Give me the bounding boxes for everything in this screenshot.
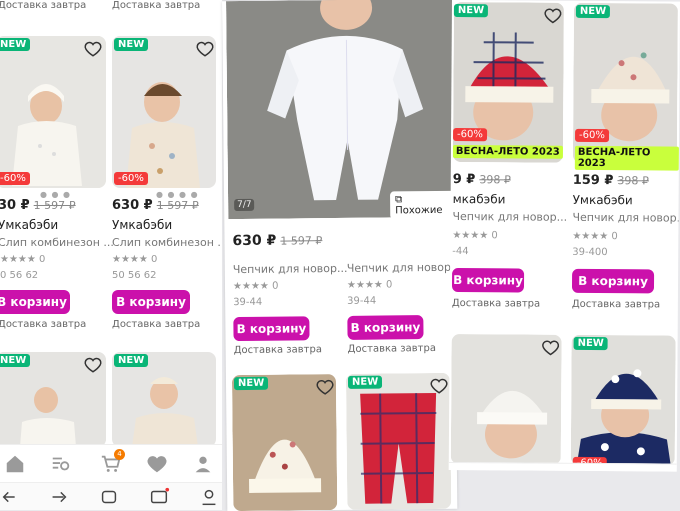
rating: ★★★★ 0 [452, 230, 498, 242]
product-title[interactable]: Чепчик для новор... [347, 261, 458, 275]
brand: Умкабэби [112, 218, 173, 232]
new-badge: NEW [0, 38, 31, 51]
brand: Умкабэби [572, 192, 633, 208]
bottom-nav: 4 [0, 444, 222, 482]
discount-badge: -60% [453, 128, 487, 142]
new-badge: NEW [114, 38, 149, 51]
sizes: -44 [452, 246, 469, 258]
price: 159 ₽398 ₽ [572, 172, 650, 189]
heart-icon[interactable] [544, 7, 562, 25]
new-badge: NEW [575, 4, 611, 19]
heart-icon[interactable] [196, 40, 214, 58]
add-to-cart-button[interactable]: В корзину [347, 315, 424, 340]
screen-middle: 7/7 ⧉ Похожие 630 ₽1 597 ₽ Чепчик для но… [222, 0, 458, 511]
season-badge: ВЕСНА-ЛЕТО 2023 [452, 145, 563, 159]
price: 630 ₽1 597 ₽ [232, 232, 323, 250]
product-title[interactable]: Чепчик для новор... [452, 210, 567, 224]
add-to-cart-button[interactable]: В корзину [233, 316, 310, 342]
similar-icon: ⧉ [395, 194, 403, 206]
delivery: Доставка завтра [451, 298, 541, 310]
heart-icon[interactable] [542, 339, 560, 357]
rating: ★★★★ 0 [0, 254, 46, 265]
sizes: 39-44 [233, 296, 263, 309]
delivery: Доставка завтра [112, 319, 201, 330]
rating: ★★★★ 0 [346, 279, 393, 291]
heart-icon[interactable] [316, 378, 334, 396]
delivery-top-1: Доставка завтра [0, 0, 87, 11]
price: 30 ₽1 597 ₽ [0, 198, 76, 213]
discount-badge: -60% [114, 172, 148, 185]
account-icon[interactable] [198, 486, 220, 508]
sizes: 39-400 [572, 246, 608, 259]
new-badge: NEW [114, 354, 149, 367]
heart-icon[interactable] [84, 356, 102, 374]
heart-icon[interactable] [84, 40, 102, 58]
product-title[interactable]: Чепчик для новор... [233, 262, 348, 276]
delivery-top-2: Доставка завтра [112, 0, 201, 11]
sizes: 39-44 [347, 295, 377, 307]
baby-onesie-image [0, 36, 106, 188]
system-nav [0, 482, 222, 510]
new-badge: NEW [453, 4, 489, 18]
new-badge: NEW [233, 376, 269, 391]
navy-bunny-set-image [570, 334, 676, 466]
forward-arrow-icon[interactable] [48, 486, 70, 508]
add-to-cart-button[interactable]: В корзину [451, 268, 525, 293]
discount-badge: -60% [0, 172, 30, 185]
photo-counter: 7/7 [234, 198, 255, 212]
product-main-photo[interactable] [226, 0, 455, 220]
sizes: 0 56 62 [0, 270, 39, 281]
new-badge: NEW [573, 336, 608, 351]
add-to-cart-button[interactable]: В корзину [0, 290, 70, 314]
product-title[interactable]: Слип комбинезон ... [112, 236, 222, 249]
favorites-icon[interactable] [146, 453, 168, 475]
screen-right: NEW -60% ВЕСНА-ЛЕТО 2023 9 ₽398 ₽ мкабэб… [448, 0, 680, 472]
heart-icon[interactable] [430, 377, 448, 395]
cart-count-badge: 4 [114, 449, 125, 460]
season-badge: ВЕСНА-ЛЕТО 2023 [574, 145, 679, 171]
new-badge: NEW [0, 354, 31, 367]
rating: ★★★★ 0 [232, 280, 279, 293]
bottom-nav: 4 [448, 461, 677, 472]
add-to-cart-button[interactable]: В корзину [571, 268, 655, 294]
catalog-search-icon[interactable] [50, 453, 72, 475]
price: 630 ₽1 597 ₽ [112, 198, 199, 213]
brand: мкабэби [452, 192, 506, 207]
product-photo[interactable] [570, 334, 676, 466]
baby-sleepsuit-image [112, 36, 216, 188]
brand: Умкабэби [0, 218, 59, 232]
delivery: Доставка завтра [347, 342, 436, 355]
similar-button[interactable]: ⧉ Похожие [390, 190, 455, 220]
rating: ★★★★ 0 [112, 254, 158, 265]
tabs-icon[interactable] [148, 486, 170, 508]
add-to-cart-button[interactable]: В корзину [112, 290, 190, 314]
screen-left: Доставка завтра Доставка завтра NEW -60%… [0, 0, 222, 510]
white-onesie-image [226, 0, 455, 220]
delivery: Доставка завтра [0, 319, 87, 330]
discount-badge: -60% [575, 128, 609, 143]
product-photo[interactable] [112, 36, 216, 188]
delivery: Доставка завтра [571, 298, 661, 311]
new-badge: NEW [347, 375, 383, 389]
delivery: Доставка завтра [233, 344, 322, 357]
product-title[interactable]: Слип комбинезон ... [0, 236, 114, 249]
price: 9 ₽398 ₽ [452, 172, 511, 188]
sizes: 50 56 62 [112, 270, 157, 281]
product-title[interactable]: Чепчик для новор... [572, 211, 680, 225]
home-button-icon[interactable] [98, 486, 120, 508]
rating: ★★★★ 0 [572, 230, 618, 243]
profile-icon[interactable] [192, 453, 214, 475]
product-photo[interactable] [0, 36, 106, 188]
home-icon[interactable] [4, 453, 26, 475]
back-arrow-icon[interactable] [0, 486, 22, 508]
